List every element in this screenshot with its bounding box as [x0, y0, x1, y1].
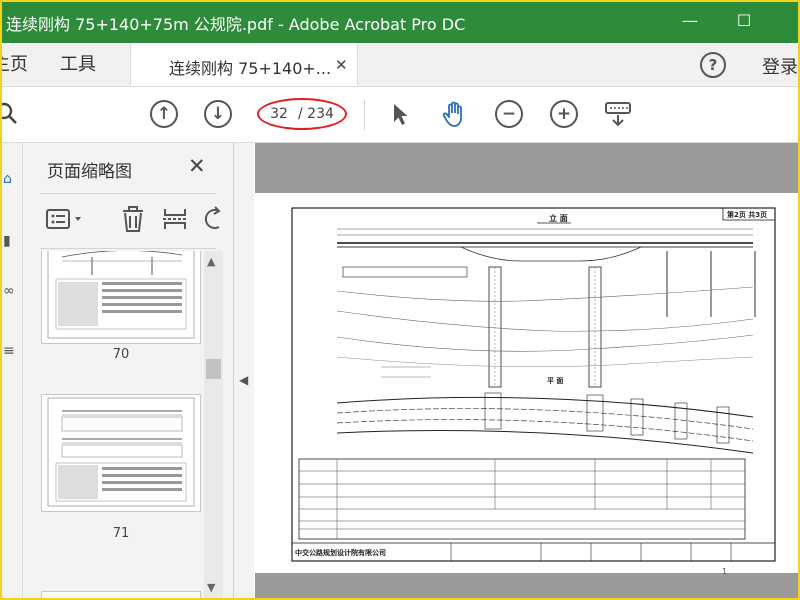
- zoom-out-icon[interactable]: −: [495, 100, 523, 128]
- tab-document[interactable]: 连续刚构 75+140+... ✕: [130, 43, 358, 86]
- elevation-title: 立 面: [549, 213, 568, 223]
- title-bar: 连续刚构 75+140+75m 公规院.pdf - Adobe Acrobat …: [0, 0, 800, 43]
- next-page-icon[interactable]: ↓: [204, 100, 232, 128]
- bookmark-icon[interactable]: ▮: [3, 233, 17, 249]
- thumbnail-page-number: 70: [112, 347, 130, 362]
- scrollbar-thumb[interactable]: [206, 359, 221, 379]
- login-link[interactable]: 登录: [762, 53, 798, 79]
- left-rail: ⌂ ▮ ∞ ≡: [0, 143, 23, 598]
- thumbnail-drawing: [47, 251, 195, 339]
- home-icon[interactable]: ⌂: [3, 171, 17, 187]
- toolbar: ↑ ↓ 32 / 234 − +: [0, 87, 800, 143]
- close-icon[interactable]: ✕: [188, 154, 206, 178]
- zoom-in-icon[interactable]: +: [550, 100, 578, 128]
- page-mark: 1: [722, 567, 728, 576]
- keyboard-icon[interactable]: [604, 100, 632, 128]
- window-title: 连续刚构 75+140+75m 公规院.pdf - Adobe Acrobat …: [6, 15, 466, 34]
- tab-bar: 主页 工具 连续刚构 75+140+... ✕ ? 登录: [0, 43, 800, 87]
- thumbnail-list: 70 71 ▲ ▼: [23, 251, 223, 598]
- highlight-ring: [257, 98, 347, 130]
- prev-page-icon[interactable]: ↑: [150, 100, 178, 128]
- thumbnail-page[interactable]: [41, 251, 201, 344]
- tab-tools[interactable]: 工具: [60, 43, 96, 86]
- close-icon[interactable]: ✕: [335, 56, 348, 74]
- collapse-left-icon[interactable]: ◀: [239, 373, 248, 387]
- thumbnail-scrollbar[interactable]: ▲ ▼: [204, 251, 223, 598]
- tab-home[interactable]: 主页: [0, 43, 28, 86]
- minimize-icon[interactable]: —: [676, 8, 704, 34]
- select-arrow-icon[interactable]: [386, 100, 414, 128]
- layers-icon[interactable]: ≡: [3, 343, 17, 359]
- thumbnail-drawing: [47, 397, 195, 507]
- panel-divider: [40, 248, 216, 249]
- document-view[interactable]: 第2页 共3页 立 面 平 面 中交公路规划设计院有限公司 1: [255, 143, 800, 598]
- panel-title: 页面缩略图: [47, 162, 132, 182]
- tab-document-label: 连续刚构 75+140+...: [169, 59, 332, 78]
- plan-title: 平 面: [547, 377, 563, 385]
- toolbar-divider: [364, 100, 365, 130]
- maximize-icon[interactable]: ☐: [730, 8, 758, 34]
- thumbnail-panel: 页面缩略图 ✕ 70 71 ▲ ▼: [23, 143, 234, 598]
- sheet-label: 第2页 共3页: [727, 210, 767, 219]
- panel-collapse-strip[interactable]: ◀: [234, 143, 254, 598]
- company-name: 中交公路规划设计院有限公司: [295, 548, 386, 557]
- thumbnail-page[interactable]: [41, 591, 201, 598]
- options-icon[interactable]: [45, 205, 85, 233]
- panel-divider: [40, 193, 216, 194]
- hand-icon[interactable]: [440, 100, 468, 128]
- attachment-icon[interactable]: ∞: [3, 283, 17, 299]
- help-icon[interactable]: ?: [700, 52, 726, 78]
- delete-icon[interactable]: [119, 205, 147, 233]
- thumbnail-page[interactable]: [41, 394, 201, 512]
- engineering-drawing: 第2页 共3页 立 面 平 面 中交公路规划设计院有限公司: [291, 207, 776, 562]
- search-icon[interactable]: [0, 100, 22, 128]
- pdf-page: 第2页 共3页 立 面 平 面 中交公路规划设计院有限公司: [255, 193, 800, 573]
- scroll-down-icon[interactable]: ▼: [207, 581, 215, 594]
- thumbnail-page-number: 71: [112, 526, 130, 541]
- rotate-icon[interactable]: [203, 205, 223, 233]
- insert-icon[interactable]: [161, 205, 189, 233]
- scroll-up-icon[interactable]: ▲: [207, 255, 215, 268]
